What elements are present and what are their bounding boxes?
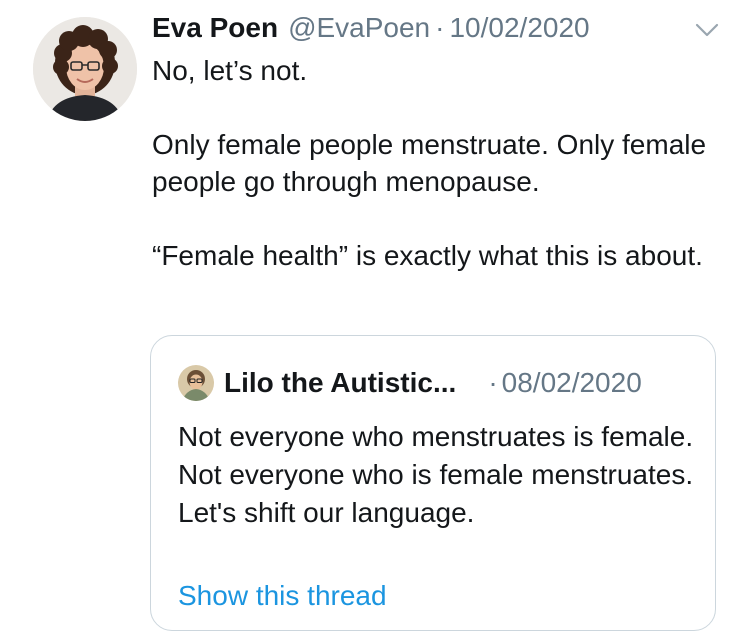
author-handle[interactable]: @EvaPoen bbox=[288, 12, 430, 44]
quoted-tweet-text: Not everyone who menstruates is female. … bbox=[178, 421, 694, 528]
quoted-tweet-header: Lilo the Autistic... · 08/02/2020 bbox=[178, 365, 642, 401]
tweet-paragraph: “Female health” is exactly what this is … bbox=[152, 240, 703, 271]
tweet-text: No, let’s not. Only female people menstr… bbox=[152, 52, 712, 274]
quoted-tweet-card[interactable]: Lilo the Autistic... · 08/02/2020 Not ev… bbox=[150, 335, 716, 631]
quoted-header-separator: · bbox=[488, 367, 498, 398]
author-avatar[interactable] bbox=[33, 17, 137, 121]
header-separator: · bbox=[435, 12, 445, 43]
chevron-down-icon[interactable] bbox=[694, 20, 720, 40]
tweet-header: Eva Poen @EvaPoen · 10/02/2020 bbox=[152, 12, 590, 46]
tweet-paragraph: No, let’s not. bbox=[152, 55, 308, 86]
author-display-name[interactable]: Eva Poen bbox=[152, 12, 278, 44]
tweet: Eva Poen @EvaPoen · 10/02/2020 No, let’s… bbox=[0, 0, 750, 641]
quoted-author-display-name: Lilo the Autistic... bbox=[224, 367, 457, 398]
show-thread-link[interactable]: Show this thread bbox=[178, 580, 387, 612]
tweet-paragraph: Only female people menstruate. Only fema… bbox=[152, 129, 707, 197]
tweet-date[interactable]: 10/02/2020 bbox=[449, 12, 589, 44]
quoted-author-avatar bbox=[178, 365, 214, 401]
quoted-tweet-date: 08/02/2020 bbox=[501, 367, 642, 398]
